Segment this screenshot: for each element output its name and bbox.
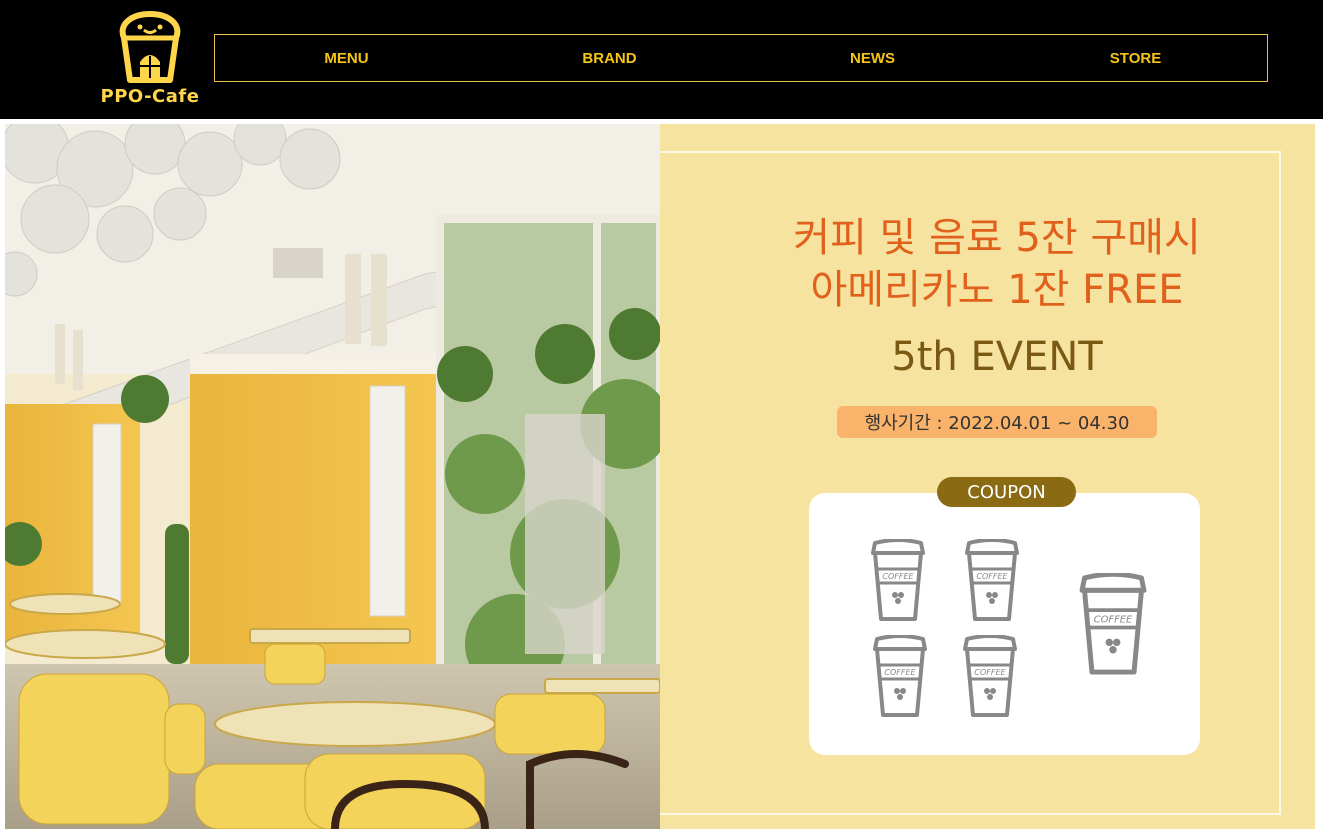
coffee-cup-icon-large: COFFEE xyxy=(1079,573,1147,675)
promo-title-line1: 커피 및 음료 5잔 구매시 xyxy=(793,215,1201,261)
cafe-house-icon xyxy=(119,11,181,83)
coffee-cup-icon: COFFEE xyxy=(871,539,925,621)
cafe-interior-illustration xyxy=(5,124,660,829)
main-nav: MENU BRAND NEWS STORE xyxy=(214,34,1268,82)
coupon-badge: COUPON xyxy=(937,477,1076,507)
cup-label: COFFEE xyxy=(976,572,1008,581)
logo[interactable]: PPO-Cafe xyxy=(96,10,204,110)
nav-news[interactable]: NEWS xyxy=(741,35,1004,81)
promo-title: 커피 및 음료 5잔 구매시 아메리카노 1잔 FREE xyxy=(660,212,1323,316)
nav-menu[interactable]: MENU xyxy=(215,35,478,81)
nav-brand[interactable]: BRAND xyxy=(478,35,741,81)
coffee-cup-icon: COFFEE xyxy=(873,635,927,717)
nav-store[interactable]: STORE xyxy=(1004,35,1267,81)
cafe-interior-photo xyxy=(5,124,660,829)
coffee-cup-icon: COFFEE xyxy=(965,539,1019,621)
cup-label: COFFEE xyxy=(1094,615,1133,626)
coffee-cup-icon: COFFEE xyxy=(963,635,1017,717)
event-period-badge: 행사기간 : 2022.04.01 ~ 04.30 xyxy=(837,406,1157,438)
coupon-card[interactable]: COFFEE COFFEE COFFEE COFFEE COFFEE xyxy=(809,493,1200,755)
event-promo-panel: 커피 및 음료 5잔 구매시 아메리카노 1잔 FREE 5th EVENT 행… xyxy=(660,124,1315,829)
header: PPO-Cafe MENU BRAND NEWS STORE xyxy=(0,0,1323,119)
cup-label: COFFEE xyxy=(882,572,914,581)
promo-event-label: 5th EVENT xyxy=(891,334,1103,380)
cup-label: COFFEE xyxy=(974,668,1006,677)
promo-title-line2: 아메리카노 1잔 FREE xyxy=(810,267,1184,313)
cup-label: COFFEE xyxy=(884,668,916,677)
logo-text: PPO-Cafe xyxy=(100,86,200,107)
